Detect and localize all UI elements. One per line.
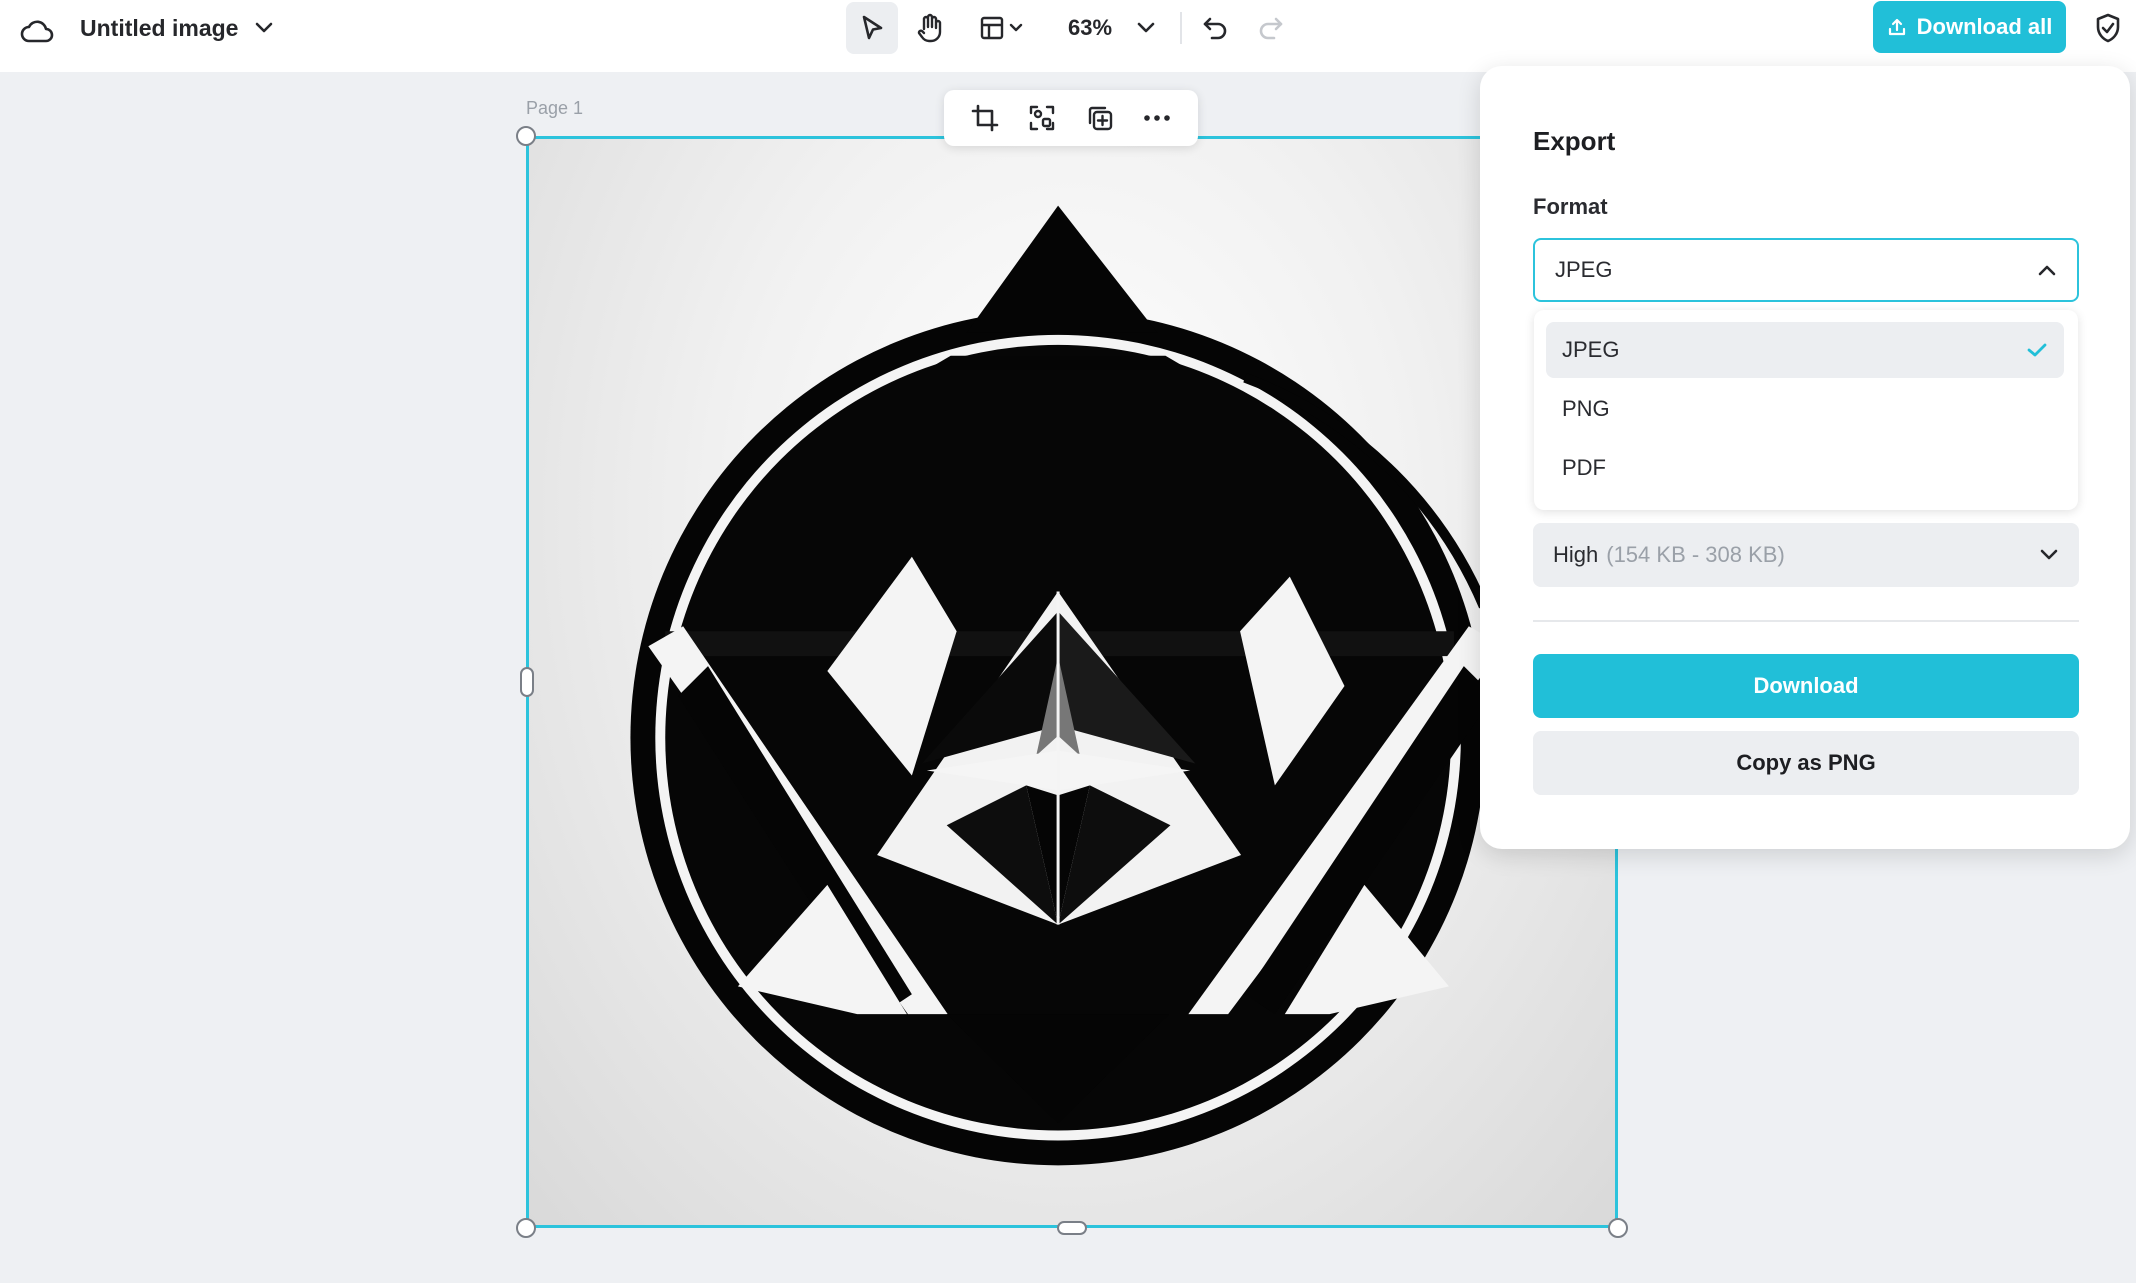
resize-handle-top-left[interactable] [516, 126, 536, 146]
export-panel: Export Format JPEG JPEG PNG PDF High (154… [1480, 66, 2130, 849]
upload-icon [1888, 18, 1905, 36]
cloud-icon[interactable] [16, 10, 58, 52]
duplicate-icon[interactable] [1078, 96, 1122, 140]
chevron-up-icon [2038, 265, 2056, 276]
zoom-level[interactable]: 63% [1058, 13, 1122, 43]
chevron-down-icon [2040, 549, 2058, 560]
quality-value: High [1553, 542, 1599, 567]
download-all-label: Download all [1916, 14, 2053, 39]
resize-handle-bottom[interactable] [1057, 1221, 1087, 1235]
crop-icon[interactable] [963, 96, 1007, 140]
format-option-label: PNG [1562, 396, 1610, 421]
format-select[interactable]: JPEG [1533, 238, 2079, 302]
chevron-down-icon[interactable] [1130, 10, 1162, 46]
emblem-image [630, 205, 1504, 1166]
export-title: Export [1533, 126, 1616, 156]
format-option-label: JPEG [1562, 337, 1620, 362]
more-icon[interactable] [1135, 96, 1179, 140]
quality-select[interactable]: High (154 KB - 308 KB) [1533, 523, 2079, 587]
chevron-down-icon[interactable] [248, 12, 280, 44]
format-label: Format [1533, 194, 1608, 219]
page-label: Page 1 [526, 98, 584, 118]
document-title[interactable]: Untitled image [80, 13, 238, 43]
download-button[interactable]: Download [1533, 654, 2079, 718]
select-tool-button[interactable] [846, 2, 898, 54]
replace-icon[interactable] [1020, 96, 1064, 140]
hand-icon [917, 13, 942, 43]
resize-handle-left[interactable] [520, 667, 534, 697]
resize-handle-bottom-left[interactable] [516, 1218, 536, 1238]
resize-handle-bottom-right[interactable] [1608, 1218, 1628, 1238]
redo-icon[interactable] [1250, 6, 1292, 50]
quality-size-range: (154 KB - 308 KB) [1606, 542, 1785, 567]
pointer-icon [862, 15, 883, 40]
hand-tool-button[interactable] [904, 2, 956, 54]
undo-icon[interactable] [1194, 6, 1236, 50]
chevron-down-icon [1009, 23, 1023, 32]
copy-as-png-button[interactable]: Copy as PNG [1533, 731, 2079, 795]
format-dropdown-menu: JPEG PNG PDF [1534, 310, 2078, 510]
format-option-label: PDF [1562, 455, 1606, 480]
format-option-pdf[interactable]: PDF [1546, 440, 2064, 496]
panel-divider [1533, 620, 2079, 622]
format-option-jpeg[interactable]: JPEG [1546, 322, 2064, 378]
layout-menu-button[interactable] [968, 2, 1034, 54]
toolbar-divider [1180, 12, 1182, 44]
download-all-button[interactable]: Download all [1873, 1, 2066, 53]
canvas-image[interactable] [526, 136, 1618, 1228]
image-toolbar [944, 90, 1198, 146]
shield-check-icon[interactable] [2088, 6, 2128, 50]
layout-icon [980, 16, 1004, 40]
format-option-png[interactable]: PNG [1546, 381, 2064, 437]
check-icon [2027, 343, 2047, 357]
format-select-value: JPEG [1555, 257, 1613, 282]
top-bar: Untitled image 63% Download all [0, 0, 2136, 72]
